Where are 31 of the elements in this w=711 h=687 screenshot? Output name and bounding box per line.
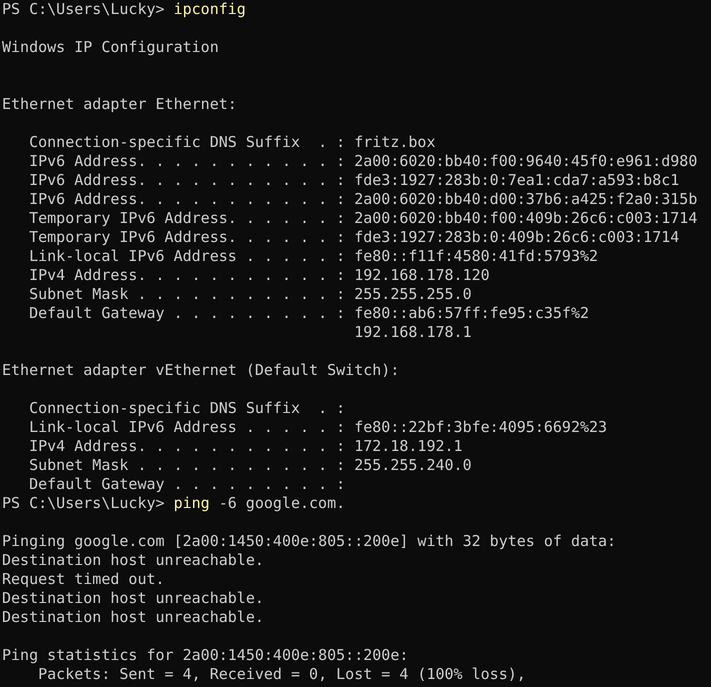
output-line: IPv6 Address. . . . . . . . . . . : fde3:1927:283b:0:7ea1:cda7:a593:b8c1 — [28, 171, 680, 190]
output-line: Default Gateway . . . . . . . . . : — [28, 475, 346, 494]
output-line: Subnet Mask . . . . . . . . . . . : 255.255.240.0 — [28, 456, 473, 475]
output-line: Temporary IPv6 Address. . . . . . : 2a00:6020:bb40:f00:409b:26c6:c003:1714 — [28, 209, 698, 228]
output-line: Connection-specific DNS Suffix . : — [28, 399, 346, 418]
command-text: ipconfig — [174, 0, 246, 19]
output-line: Ethernet adapter Ethernet: — [2, 95, 238, 114]
output-line: Link-local IPv6 Address . . . . . : fe80::f11f:4580:41fd:5793%2 — [28, 247, 600, 266]
output-line: Request timed out. — [2, 570, 166, 589]
output-line: Destination host unreachable. — [2, 551, 265, 570]
output-line: Temporary IPv6 Address. . . . . . : fde3:1927:283b:0:409b:26c6:c003:1714 — [28, 228, 680, 247]
output-line: Destination host unreachable. — [2, 589, 265, 608]
output-line: Subnet Mask . . . . . . . . . . . : 255.255.255.0 — [28, 285, 473, 304]
output-line: IPv6 Address. . . . . . . . . . . : 2a00:6020:bb40:f00:9640:45f0:e961:d980 — [28, 152, 698, 171]
output-line: Windows IP Configuration — [2, 38, 220, 57]
argument-text: -6 google.com. — [218, 494, 346, 513]
command-text: ping — [174, 494, 210, 513]
output-line: Link-local IPv6 Address . . . . . : fe80::22bf:3bfe:4095:6692%23 — [28, 418, 608, 437]
output-line: Packets: Sent = 4, Received = 0, Lost = 4 (100% loss), — [37, 665, 527, 684]
output-line: Ethernet adapter vEthernet (Default Switch): — [2, 361, 400, 380]
output-line: IPv4 Address. . . . . . . . . . . : 192.168.178.120 — [28, 266, 491, 285]
output-line: 192.168.178.1 — [353, 323, 473, 342]
output-line: Default Gateway . . . . . . . . . : fe80::ab6:57ff:fe95:c35f%2 — [28, 304, 590, 323]
output-line: Pinging google.com [2a00:1450:400e:805::200e] with 32 bytes of data: — [2, 532, 618, 551]
prompt-text: PS C:\Users\Lucky> — [2, 0, 165, 19]
output-line: Destination host unreachable. — [2, 608, 265, 627]
prompt-text: PS C:\Users\Lucky> — [2, 494, 165, 513]
output-line: Ping statistics for 2a00:1450:400e:805::200e: — [2, 646, 410, 665]
output-line: IPv6 Address. . . . . . . . . . . : 2a00:6020:bb40:d00:37b6:a425:f2a0:315b — [28, 190, 698, 209]
output-line: Connection-specific DNS Suffix . : fritz.box — [28, 133, 436, 152]
output-line: IPv4 Address. . . . . . . . . . . : 172.18.192.1 — [28, 437, 464, 456]
